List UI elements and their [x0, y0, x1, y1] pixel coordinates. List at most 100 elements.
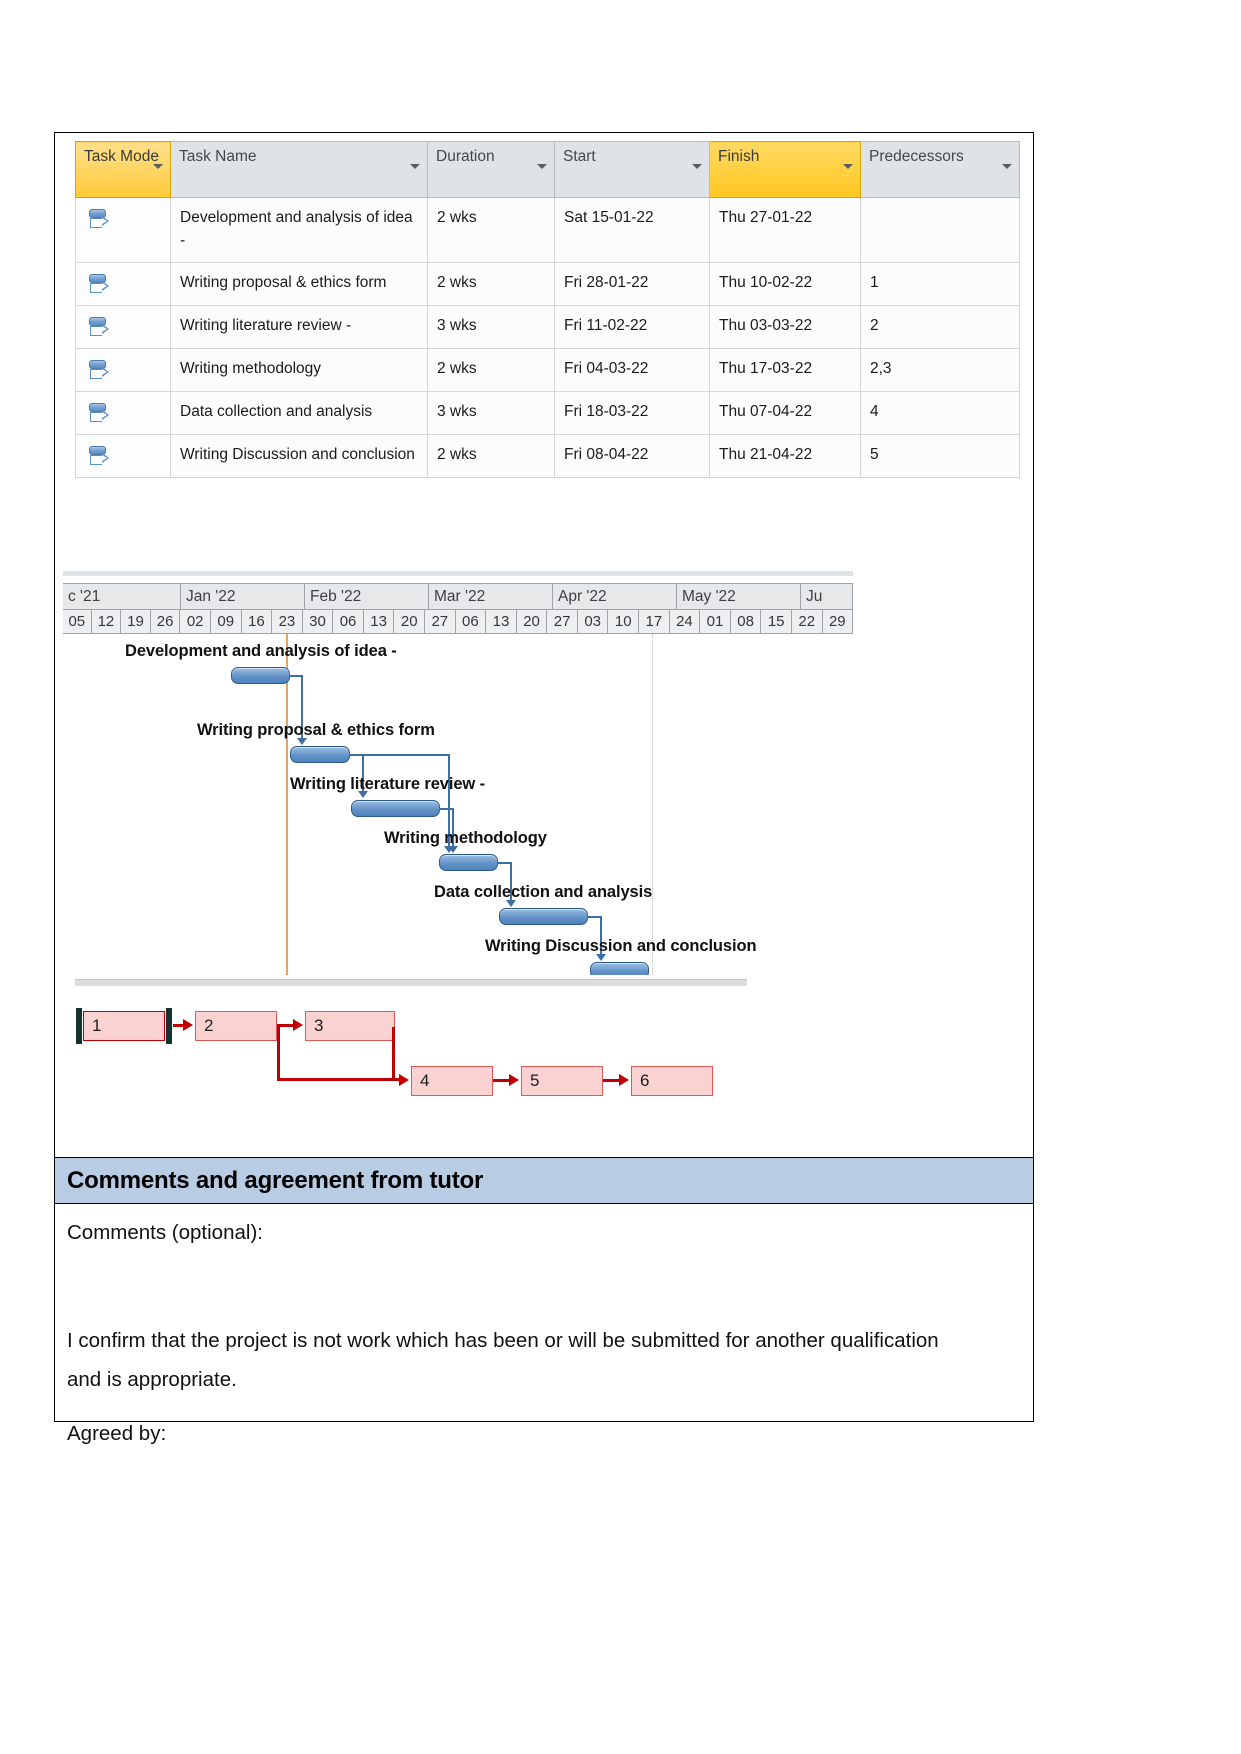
cell-duration: 2 wks — [427, 348, 555, 392]
cell-task-mode[interactable] — [75, 197, 171, 263]
gantt-bar[interactable] — [290, 746, 350, 763]
column-header-predecessors[interactable]: Predecessors — [860, 141, 1020, 198]
gantt-top-divider — [63, 571, 853, 576]
auto-schedule-icon — [87, 402, 109, 424]
gantt-bar-label: Writing Discussion and conclusion — [485, 937, 757, 955]
table-row[interactable]: Development and analysis of idea - 2 wks… — [75, 197, 1020, 263]
gantt-chart: c '21 Jan '22 Feb '22 Mar '22 Apr '22 Ma… — [63, 571, 854, 975]
gantt-bar[interactable] — [499, 908, 588, 925]
comments-optional-label: Comments (optional): — [67, 1221, 263, 1244]
cell-duration: 2 wks — [427, 197, 555, 263]
table-row[interactable]: Data collection and analysis 3 wks Fri 1… — [75, 391, 1020, 435]
cell-finish: Thu 21-04-22 — [709, 434, 861, 478]
dependency-link — [349, 754, 449, 756]
cell-task-mode[interactable] — [75, 434, 171, 478]
table-row[interactable]: Writing Discussion and conclusion 2 wks … — [75, 434, 1020, 478]
dependency-link — [587, 916, 601, 918]
gantt-month-cell: Feb '22 — [305, 583, 429, 609]
cell-duration: 2 wks — [427, 262, 555, 306]
confirmation-text-line-2: and is appropriate. — [67, 1368, 237, 1391]
cell-start: Fri 11-02-22 — [554, 305, 710, 349]
cell-duration: 2 wks — [427, 434, 555, 478]
network-node[interactable]: 4 — [411, 1066, 493, 1096]
gantt-bar[interactable] — [439, 854, 498, 871]
gantt-bar[interactable] — [351, 800, 440, 817]
agreed-by-label: Agreed by: — [67, 1422, 167, 1445]
gantt-plot-area: Development and analysis of idea - Writi… — [63, 634, 853, 975]
cell-start: Sat 15-01-22 — [554, 197, 710, 263]
cell-predecessors — [860, 197, 1020, 263]
table-header-row: Task Mode Task Name Duration Start Finis… — [75, 141, 1020, 198]
cell-task-name: Writing methodology — [170, 348, 428, 392]
cell-predecessors: 5 — [860, 434, 1020, 478]
gantt-week-cell: 02 — [180, 609, 211, 634]
task-table: Task Mode Task Name Duration Start Finis… — [75, 141, 1020, 478]
cell-task-mode[interactable] — [75, 262, 171, 306]
gantt-week-cell: 19 — [121, 609, 151, 634]
cell-finish: Thu 27-01-22 — [709, 197, 861, 263]
chevron-down-icon[interactable] — [843, 164, 853, 169]
cell-task-mode[interactable] — [75, 391, 171, 435]
network-link — [277, 1024, 281, 1079]
column-header-task-name[interactable]: Task Name — [170, 141, 428, 198]
network-link — [277, 1078, 403, 1082]
cell-task-mode[interactable] — [75, 348, 171, 392]
auto-schedule-icon — [87, 359, 109, 381]
network-arrow-icon — [619, 1074, 629, 1086]
chevron-down-icon[interactable] — [1002, 164, 1012, 169]
network-arrow-icon — [293, 1019, 303, 1031]
gantt-bar-label: Writing proposal & ethics form — [197, 721, 435, 739]
gantt-week-cell: 13 — [486, 609, 517, 634]
gantt-bar-label: Data collection and analysis — [434, 883, 653, 901]
chevron-down-icon[interactable] — [153, 164, 163, 169]
chevron-down-icon[interactable] — [692, 164, 702, 169]
gantt-week-cell: 23 — [272, 609, 303, 634]
network-node[interactable]: 3 — [305, 1011, 395, 1041]
table-row[interactable]: Writing methodology 2 wks Fri 04-03-22 T… — [75, 348, 1020, 392]
column-header-start[interactable]: Start — [554, 141, 710, 198]
cell-start: Fri 04-03-22 — [554, 348, 710, 392]
gantt-month-cell: Mar '22 — [429, 583, 553, 609]
gantt-bar[interactable] — [590, 962, 649, 975]
comments-section-title: Comments and agreement from tutor — [67, 1167, 484, 1194]
gantt-week-cell: 12 — [91, 609, 122, 634]
network-node[interactable]: 1 — [76, 1008, 172, 1044]
cell-finish: Thu 07-04-22 — [709, 391, 861, 435]
auto-schedule-icon — [87, 445, 109, 467]
network-node[interactable]: 5 — [521, 1066, 603, 1096]
cell-task-name: Data collection and analysis — [170, 391, 428, 435]
gantt-week-cell: 30 — [302, 609, 334, 634]
cell-finish: Thu 03-03-22 — [709, 305, 861, 349]
chevron-down-icon[interactable] — [537, 164, 547, 169]
gantt-month-cell: c '21 — [63, 583, 181, 609]
column-header-label: Start — [563, 148, 596, 165]
table-row[interactable]: Writing proposal & ethics form 2 wks Fri… — [75, 262, 1020, 306]
gantt-week-cell: 24 — [669, 609, 701, 634]
gantt-bar[interactable] — [231, 667, 290, 684]
network-arrow-icon — [509, 1074, 519, 1086]
network-link — [392, 1027, 396, 1079]
network-top-divider — [75, 979, 747, 986]
gantt-week-cell: 20 — [394, 609, 426, 634]
gantt-week-cell: 29 — [822, 609, 854, 634]
cell-task-mode[interactable] — [75, 305, 171, 349]
cell-duration: 3 wks — [427, 391, 555, 435]
table-row[interactable]: Writing literature review - 3 wks Fri 11… — [75, 305, 1020, 349]
document-page: Task Mode Task Name Duration Start Finis… — [0, 0, 1241, 1754]
network-arrow-icon — [399, 1074, 409, 1086]
dependency-link — [439, 808, 453, 810]
dependency-link — [497, 862, 511, 864]
auto-schedule-icon — [87, 316, 109, 338]
column-header-label: Task Mode — [84, 148, 159, 165]
column-header-label: Duration — [436, 148, 495, 165]
chevron-down-icon[interactable] — [410, 164, 420, 169]
column-header-finish[interactable]: Finish — [709, 141, 861, 198]
document-frame: Task Mode Task Name Duration Start Finis… — [54, 132, 1034, 1445]
comments-section-body[interactable]: Comments (optional): I confirm that the … — [55, 1204, 1033, 1445]
network-node[interactable]: 2 — [195, 1011, 277, 1041]
gantt-bar-label: Writing methodology — [384, 829, 547, 847]
column-header-task-mode[interactable]: Task Mode — [75, 141, 171, 198]
network-node[interactable]: 6 — [631, 1066, 713, 1096]
column-header-duration[interactable]: Duration — [427, 141, 555, 198]
gantt-week-cell: 03 — [577, 609, 609, 634]
